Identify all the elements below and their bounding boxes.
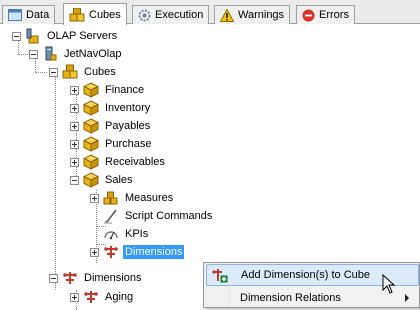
mouse-cursor-icon bbox=[382, 274, 396, 294]
expand-toggle[interactable] bbox=[70, 85, 79, 95]
tab-cubes[interactable]: Cubes bbox=[63, 3, 127, 25]
tree-label-selected: Dimensions bbox=[123, 245, 185, 259]
tree-label: Payables bbox=[105, 120, 151, 132]
add-dimension-icon bbox=[212, 269, 228, 283]
tab-errors[interactable]: Errors bbox=[296, 5, 355, 24]
cube-icon bbox=[83, 118, 99, 134]
tree-node-sales-dimensions[interactable]: Dimensions bbox=[90, 243, 185, 261]
tree-node-dimensions[interactable]: Dimensions bbox=[49, 269, 143, 287]
expand-toggle[interactable] bbox=[70, 121, 79, 131]
tree-node-cube[interactable]: Purchase bbox=[70, 135, 153, 153]
tab-strip: Data Cubes Execution Warnings Errors bbox=[0, 0, 420, 25]
expand-toggle[interactable] bbox=[90, 247, 99, 257]
expand-toggle[interactable] bbox=[90, 193, 99, 203]
tab-execution[interactable]: Execution bbox=[132, 5, 210, 24]
script-icon bbox=[104, 209, 117, 224]
tree-node-aging[interactable]: Aging bbox=[70, 288, 135, 306]
tree-label: Sales bbox=[105, 174, 133, 186]
collapse-toggle[interactable] bbox=[49, 273, 58, 283]
dimension-icon bbox=[84, 291, 98, 303]
expand-toggle[interactable] bbox=[70, 103, 79, 113]
dimension-icon bbox=[104, 246, 118, 258]
tree-node-server[interactable]: JetNavOlap bbox=[29, 45, 123, 63]
tree-node-sales[interactable]: Sales bbox=[70, 171, 135, 189]
tab-data[interactable]: Data bbox=[2, 5, 56, 24]
tree-node-cube[interactable]: Payables bbox=[70, 117, 152, 135]
tree-node-measures[interactable]: Measures bbox=[90, 189, 175, 207]
menu-item-label: Add Dimension(s) to Cube bbox=[241, 269, 371, 281]
cube-icon bbox=[83, 136, 99, 152]
data-grid-icon bbox=[8, 9, 22, 21]
tree-node-cube[interactable]: Inventory bbox=[70, 99, 152, 117]
tab-cubes-label: Cubes bbox=[89, 8, 121, 21]
measures-icon bbox=[103, 191, 118, 205]
tree-node-kpis[interactable]: KPIs bbox=[103, 225, 150, 243]
expand-toggle[interactable] bbox=[70, 139, 79, 149]
tree-node-script-commands[interactable]: Script Commands bbox=[103, 207, 214, 225]
cube-icon bbox=[83, 82, 99, 98]
tree-label: OLAP Servers bbox=[47, 30, 118, 42]
tree-label: Measures bbox=[125, 192, 174, 204]
tree-node-cube[interactable]: Receivables bbox=[70, 153, 167, 171]
tree-label: Aging bbox=[105, 291, 134, 303]
tree-node-cubes[interactable]: Cubes bbox=[49, 63, 118, 81]
cube-icon bbox=[83, 172, 99, 188]
collapse-toggle[interactable] bbox=[12, 31, 21, 41]
tree-node-cube[interactable]: Finance bbox=[70, 81, 146, 99]
tab-warnings[interactable]: Warnings bbox=[214, 5, 291, 24]
cube-icon bbox=[83, 100, 99, 116]
olap-servers-icon bbox=[26, 28, 39, 44]
tree-label: Script Commands bbox=[125, 210, 213, 222]
collapse-toggle[interactable] bbox=[49, 67, 58, 77]
tree-label: JetNavOlap bbox=[64, 48, 122, 60]
tree-label: Purchase bbox=[105, 138, 152, 150]
tree-label: Cubes bbox=[84, 66, 116, 78]
cube-icon bbox=[83, 154, 99, 170]
expand-toggle[interactable] bbox=[70, 157, 79, 167]
server-icon bbox=[45, 46, 57, 61]
warning-icon bbox=[220, 8, 234, 22]
submenu-arrow-icon bbox=[405, 294, 409, 302]
tree-node-olap-servers[interactable]: OLAP Servers bbox=[12, 27, 119, 45]
kpi-icon bbox=[104, 231, 118, 240]
tree-label: Receivables bbox=[105, 156, 165, 168]
menu-item-label: Dimension Relations bbox=[240, 292, 341, 304]
cubes-icon bbox=[69, 7, 85, 21]
tree-label: Inventory bbox=[105, 102, 151, 114]
gear-icon bbox=[138, 9, 151, 21]
dimension-icon bbox=[63, 272, 77, 284]
tree-label: KPIs bbox=[125, 228, 149, 240]
tab-data-label: Data bbox=[26, 9, 50, 21]
tab-errors-label: Errors bbox=[319, 9, 349, 21]
cubes-folder-icon bbox=[62, 64, 78, 79]
error-icon bbox=[302, 9, 315, 21]
collapse-toggle[interactable] bbox=[70, 175, 79, 185]
expand-toggle[interactable] bbox=[70, 292, 79, 302]
tab-execution-label: Execution bbox=[155, 9, 204, 21]
tree-label: Dimensions bbox=[84, 272, 142, 284]
tree-label: Finance bbox=[105, 84, 145, 96]
tab-warnings-label: Warnings bbox=[238, 9, 285, 21]
collapse-toggle[interactable] bbox=[29, 49, 38, 59]
